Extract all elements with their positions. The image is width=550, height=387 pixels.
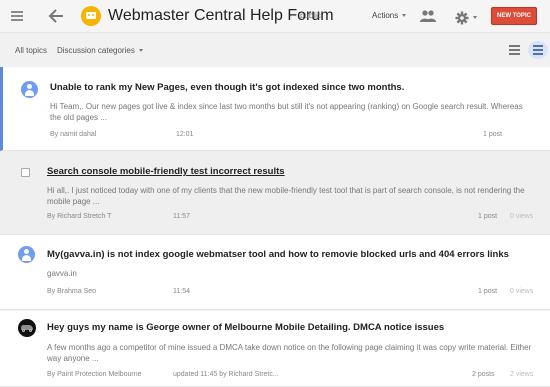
people-icon[interactable] — [420, 9, 436, 23]
back-arrow-icon[interactable] — [48, 7, 64, 25]
topic-post-count: 1 post — [483, 131, 503, 138]
topic-title[interactable]: Search console mobile-friendly test inco… — [47, 166, 285, 177]
compact-view-icon[interactable] — [509, 45, 520, 55]
topic-snippet: A few months ago a competitor of mine is… — [47, 343, 532, 363]
topic-time: updated 11:45 by Richard Stretc... — [173, 371, 279, 378]
chevron-down-icon — [473, 16, 477, 20]
topic-row[interactable]: Unable to rank my New Pages, even though… — [0, 67, 550, 151]
menu-icon[interactable] — [11, 11, 23, 21]
expanded-view-icon[interactable] — [528, 41, 548, 59]
topic-row[interactable]: Search console mobile-friendly test inco… — [0, 151, 550, 235]
default-avatar-icon — [18, 246, 35, 263]
topic-list: Unable to rank my New Pages, even though… — [0, 67, 550, 387]
actions-menu-button[interactable]: Actions — [372, 11, 407, 20]
topic-author[interactable]: By Brahma Seo — [47, 288, 96, 295]
forum-logo-icon — [81, 6, 101, 26]
topic-snippet: Hi Team,. Our new pages got live & index… — [50, 102, 523, 122]
breadcrumb: All topics Discussion categories — [0, 33, 550, 67]
topic-row[interactable]: Hey guys my name is George owner of Melb… — [0, 311, 550, 387]
new-topic-button[interactable]: NEW TOPIC — [491, 7, 537, 25]
topic-snippet: Hi all,. I just noticed today with one o… — [47, 186, 525, 206]
actions-label: Actions — [372, 11, 399, 20]
all-topics-link[interactable]: All topics — [15, 46, 47, 55]
topic-time: 11:57 — [173, 213, 190, 220]
topic-title[interactable]: My(gavva.in) is not index google webmats… — [47, 249, 509, 260]
topic-time: 12:01 — [176, 131, 194, 138]
topic-row[interactable]: My(gavva.in) is not index google webmats… — [0, 235, 550, 310]
chevron-down-icon — [138, 49, 143, 53]
select-checkbox[interactable] — [21, 168, 30, 177]
topic-post-count: 1 post — [478, 213, 498, 220]
discussion-categories-dropdown[interactable]: Discussion categories — [57, 46, 143, 55]
discussion-categories-label: Discussion categories — [57, 46, 135, 55]
settings-menu-button[interactable] — [455, 9, 477, 27]
topic-view-count: 0 views — [510, 213, 534, 220]
default-avatar-icon — [21, 81, 38, 98]
topic-author[interactable]: By Richard Stretch T — [47, 213, 111, 220]
topic-title[interactable]: Hey guys my name is George owner of Melb… — [47, 322, 444, 333]
top-app-bar: Webmaster Central Help Forum public Acti… — [0, 0, 550, 33]
topic-view-count: 0 views — [510, 288, 534, 295]
topic-author[interactable]: By Paint Protection Melbourne — [47, 371, 142, 378]
topic-snippet: gavva.in — [47, 269, 77, 278]
topic-view-count: 2 views — [510, 371, 534, 378]
topic-author[interactable]: By namit dahal — [50, 131, 96, 138]
topic-post-count: 2 posts — [472, 371, 495, 378]
profile-photo — [18, 319, 36, 337]
topic-time: 11:54 — [173, 288, 190, 295]
topic-post-count: 1 post — [478, 288, 498, 295]
visibility-label: public — [300, 11, 321, 20]
gear-icon — [455, 11, 469, 25]
topic-title[interactable]: Unable to rank my New Pages, even though… — [50, 82, 404, 93]
chevron-down-icon — [402, 14, 407, 18]
